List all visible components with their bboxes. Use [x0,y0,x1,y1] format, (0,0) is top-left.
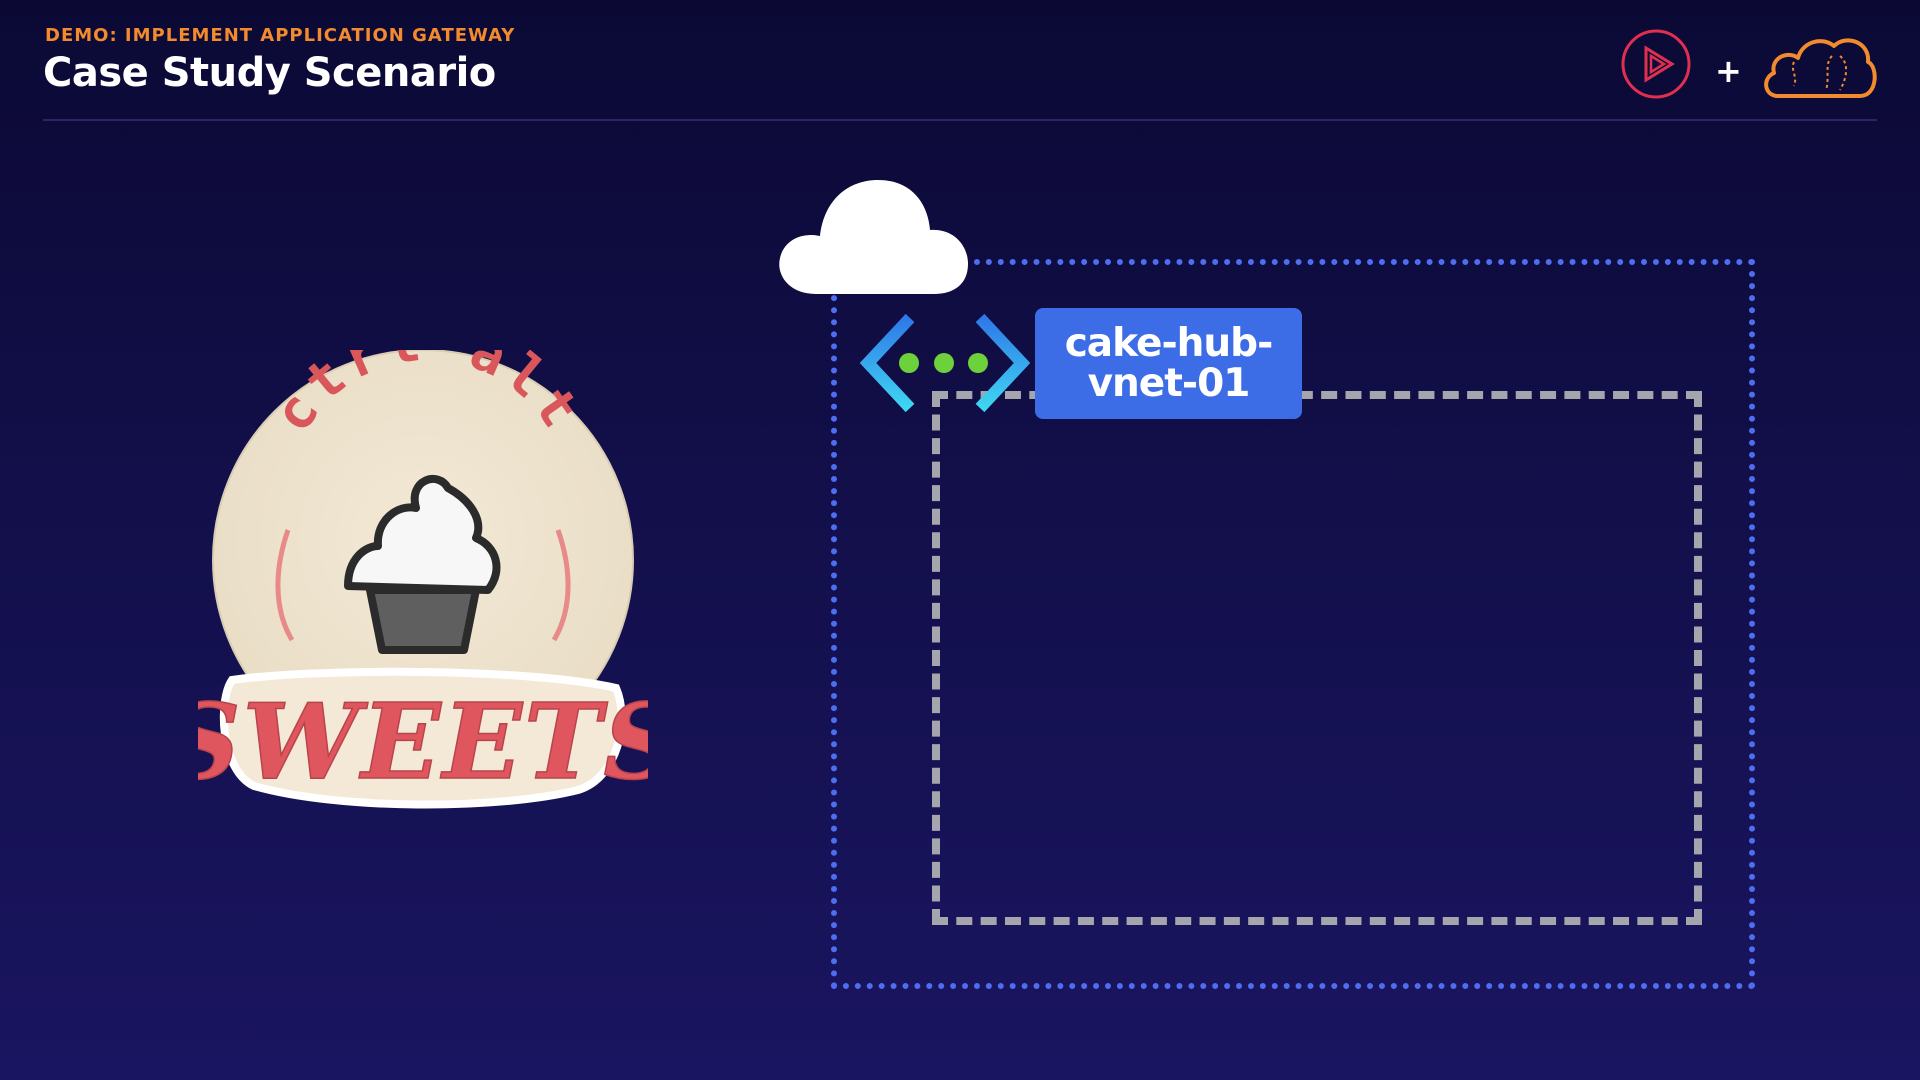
plus-sign: + [1715,52,1742,90]
logo-bottom-text: SWEETS [198,680,648,803]
cloud-brain-icon [1764,38,1877,98]
cloud-icon [779,180,968,294]
page-title: Case Study Scenario [43,50,496,96]
vnet-name-label: cake-hub-vnet-01 [1035,308,1302,419]
header-divider [43,119,1877,121]
eyebrow-label: DEMO: IMPLEMENT APPLICATION GATEWAY [45,25,516,46]
company-logo: ctrl alt SWEETS [198,350,648,809]
inner-subnet-boundary [932,391,1702,925]
virtual-network-icon [860,313,1030,413]
pluralsight-play-icon [1621,29,1691,99]
